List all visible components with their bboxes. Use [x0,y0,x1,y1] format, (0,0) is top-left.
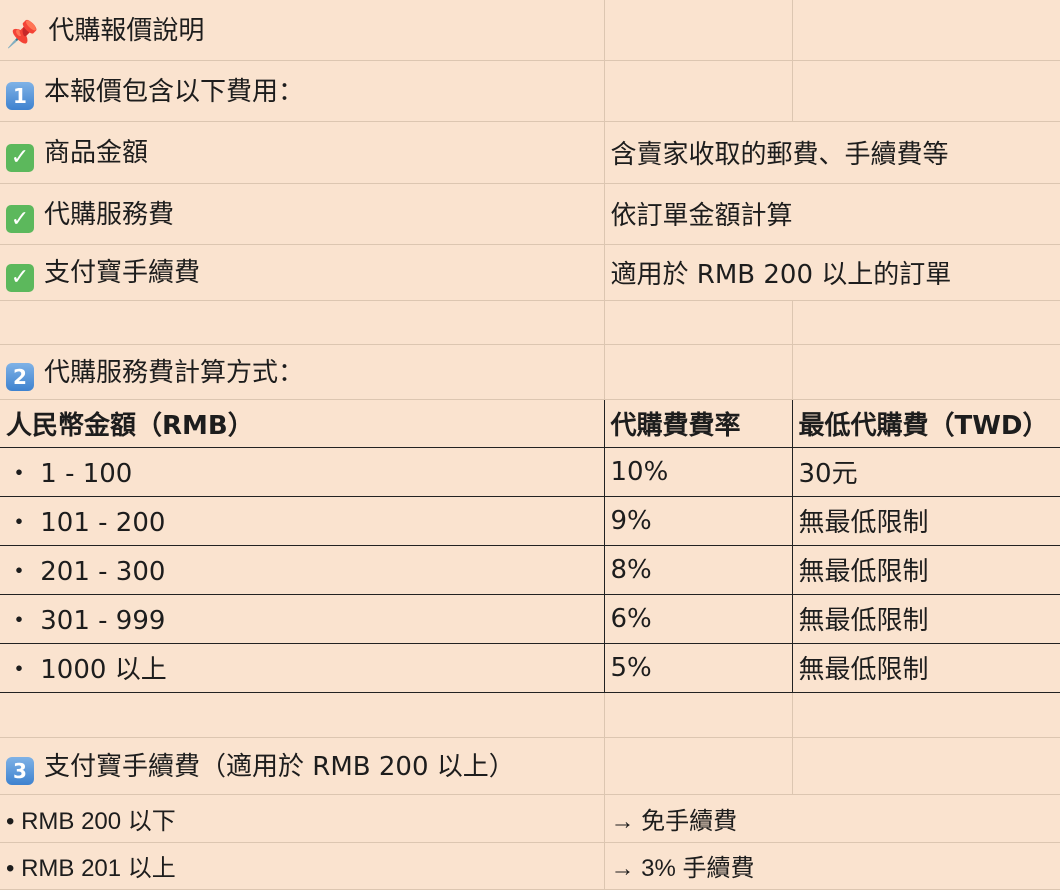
empty-cell[interactable] [791,300,1060,345]
spreadsheet: 📌 代購報價說明 1 本報價包含以下費用： ✓ 商品金額 含賣家收取的郵費、手續費等 … [0,0,1060,890]
rate-range-cell[interactable]: ・ 101 - 200 [0,496,604,546]
rate-range-cell[interactable]: ・ 1 - 100 [0,447,604,497]
empty-cell[interactable] [603,737,792,795]
fee-note-cell[interactable]: 含賣家收取的郵費、手續費等 [603,121,1060,184]
fee-name-cell[interactable]: ✓ 代購服務費 [0,183,604,245]
rate-row: ・ 1000 以上 5% 無最低限制 [0,643,1060,693]
fee-row: ✓ 代購服務費 依訂單金額計算 [0,183,1060,245]
fee-name: 支付寶手續費 [44,258,201,289]
rate-percent-cell[interactable]: 8% [603,545,792,595]
rate-percent-cell[interactable]: 6% [603,594,792,644]
rate-percent-cell[interactable]: 10% [603,447,792,497]
rate-min-cell[interactable]: 無最低限制 [791,594,1060,644]
rate-min-cell[interactable]: 無最低限制 [791,545,1060,595]
fee-name: 商品金額 [44,138,149,169]
check-mark-icon: ✓ [6,143,34,172]
column-header-rate[interactable]: 代購費費率 [603,398,792,448]
section1-text: 本報價包含以下費用： [44,77,305,107]
empty-cell[interactable] [603,692,792,738]
alipay-result-cell[interactable]: → 3% 手續費 [603,842,1060,890]
fee-name: 代購服務費 [44,199,175,230]
fee-note-cell[interactable]: 適用於 RMB 200 以上的訂單 [603,244,1060,301]
empty-cell[interactable] [791,0,1060,61]
rate-header-row: 人民幣金額（RMB） 代購費費率 最低代購費（TWD） [0,398,1060,448]
fee-note: 含賣家收取的郵費、手續費等 [610,139,949,170]
fee-row: ✓ 支付寶手續費 適用於 RMB 200 以上的訂單 [0,244,1060,301]
fee-note: 依訂單金額計算 [610,201,793,231]
title-row: 📌 代購報價說明 [0,0,1060,61]
rate-row: ・ 1 - 100 10% 30元 [0,447,1060,497]
keycap-one-icon: 1 [6,82,34,110]
rate-range-cell[interactable]: ・ 201 - 300 [0,545,604,595]
rate-min-cell[interactable]: 30元 [791,447,1060,497]
fee-name-cell[interactable]: ✓ 支付寶手續費 [0,244,604,301]
empty-cell[interactable] [791,737,1060,795]
section2-text: 代購服務費計算方式： [44,358,305,388]
rate-row: ・ 301 - 999 6% 無最低限制 [0,594,1060,644]
empty-cell[interactable] [603,300,792,345]
section2-cell[interactable]: 2 代購服務費計算方式： [0,344,604,400]
title-cell[interactable]: 📌 代購報價說明 [0,0,604,61]
empty-cell[interactable] [0,692,604,738]
title-text: 代購報價說明 [48,15,205,46]
alipay-condition-cell[interactable]: • RMB 201 以上 [0,842,604,890]
blank-row [0,300,1060,345]
section3-text: 支付寶手續費（適用於 RMB 200 以上） [44,752,515,782]
fee-note: 適用於 RMB 200 以上的訂單 [610,259,952,290]
column-header-min[interactable]: 最低代購費（TWD） [791,398,1060,448]
section2-row: 2 代購服務費計算方式： [0,344,1060,400]
alipay-row: • RMB 200 以下 → 免手續費 [0,794,1060,843]
empty-cell[interactable] [603,344,792,400]
rate-row: ・ 201 - 300 8% 無最低限制 [0,545,1060,595]
alipay-row: • RMB 201 以上 → 3% 手續費 [0,842,1060,890]
pushpin-icon: 📌 [6,19,39,50]
keycap-three-icon: 3 [6,757,34,785]
empty-cell[interactable] [603,0,792,61]
rate-range-cell[interactable]: ・ 1000 以上 [0,643,604,693]
rate-min-cell[interactable]: 無最低限制 [791,643,1060,693]
empty-cell[interactable] [791,60,1060,122]
rate-row: ・ 101 - 200 9% 無最低限制 [0,496,1060,546]
empty-cell[interactable] [603,60,792,122]
section1-cell[interactable]: 1 本報價包含以下費用： [0,60,604,122]
quote-table: 📌 代購報價說明 1 本報價包含以下費用： ✓ 商品金額 含賣家收取的郵費、手續費等 … [0,0,1060,890]
column-header-rmb[interactable]: 人民幣金額（RMB） [0,398,604,448]
empty-cell[interactable] [791,344,1060,400]
check-mark-icon: ✓ [6,205,34,234]
empty-cell[interactable] [0,300,604,345]
alipay-condition-cell[interactable]: • RMB 200 以下 [0,794,604,843]
fee-row: ✓ 商品金額 含賣家收取的郵費、手續費等 [0,121,1060,184]
alipay-result-cell[interactable]: → 免手續費 [603,794,1060,843]
section1-row: 1 本報價包含以下費用： [0,60,1060,122]
blank-row [0,692,1060,738]
rate-min-cell[interactable]: 無最低限制 [791,496,1060,546]
section3-row: 3 支付寶手續費（適用於 RMB 200 以上） [0,737,1060,795]
rate-percent-cell[interactable]: 5% [603,643,792,693]
check-mark-icon: ✓ [6,263,34,292]
fee-name-cell[interactable]: ✓ 商品金額 [0,121,604,184]
keycap-two-icon: 2 [6,363,34,391]
section3-cell[interactable]: 3 支付寶手續費（適用於 RMB 200 以上） [0,737,604,795]
fee-note-cell[interactable]: 依訂單金額計算 [603,183,1060,245]
rate-percent-cell[interactable]: 9% [603,496,792,546]
rate-range-cell[interactable]: ・ 301 - 999 [0,594,604,644]
empty-cell[interactable] [791,692,1060,738]
